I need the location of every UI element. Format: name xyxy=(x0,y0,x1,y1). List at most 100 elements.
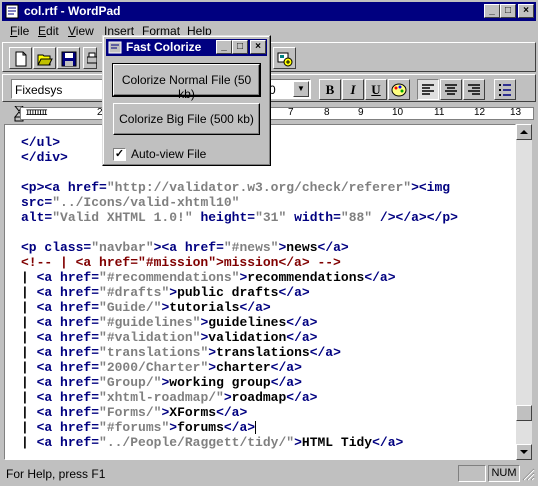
menu-edit[interactable]: Edit xyxy=(38,24,59,38)
italic-button[interactable]: I xyxy=(342,79,364,100)
code-token: <a xyxy=(36,420,61,435)
bold-button[interactable]: B xyxy=(319,79,341,100)
chevron-down-icon[interactable]: ▼ xyxy=(293,81,309,97)
document-editor[interactable]: </ul> </div> <p><a href="http://validator.… xyxy=(4,124,516,460)
colorize-normal-button[interactable]: Colorize Normal File (50 kb) xyxy=(112,63,261,101)
code-token: </a> xyxy=(309,345,341,360)
code-token: "Forms/" xyxy=(99,405,162,420)
code-token: > xyxy=(294,435,302,450)
code-token: > xyxy=(208,345,217,360)
code-token: roadmap xyxy=(231,390,287,405)
code-token: <a xyxy=(36,375,61,390)
insert-object-button[interactable] xyxy=(273,47,296,69)
dialog-close-button[interactable]: × xyxy=(250,40,266,54)
code-token: href= xyxy=(60,330,100,345)
code-line: | <a href="#guidelines">guidelines</a> xyxy=(21,315,318,330)
menu-view[interactable]: View xyxy=(68,24,94,38)
scroll-up-button[interactable] xyxy=(516,124,532,140)
close-icon: × xyxy=(523,5,529,16)
code-token: | xyxy=(21,405,37,420)
code-line: </div> xyxy=(21,150,68,165)
code-line: | <a href="../People/Raggett/tidy/">HTML… xyxy=(21,435,403,450)
code-token: | xyxy=(21,360,37,375)
num-lock-indicator: NUM xyxy=(488,465,520,482)
code-token: </a> xyxy=(317,240,349,255)
code-token: | xyxy=(21,270,37,285)
code-token: <!-- | <a href="#mission">mission</a> --… xyxy=(21,255,341,270)
align-right-button[interactable] xyxy=(463,79,485,100)
auto-view-checkbox[interactable]: ✓ xyxy=(113,148,126,161)
chevron-up-icon xyxy=(520,130,528,134)
save-button[interactable] xyxy=(57,47,80,69)
new-icon xyxy=(15,51,27,67)
colorize-big-button[interactable]: Colorize Big File (500 kb) xyxy=(113,103,260,135)
minimize-button[interactable]: _ xyxy=(484,4,500,18)
bullets-button[interactable] xyxy=(494,79,516,100)
print-icon xyxy=(87,52,97,64)
code-token: > xyxy=(223,390,232,405)
align-right-icon xyxy=(468,84,480,95)
code-token: href= xyxy=(60,375,100,390)
code-token: href= xyxy=(60,345,100,360)
code-token: href= xyxy=(67,180,107,195)
code-token: guidelines xyxy=(208,315,287,330)
ruler-marks: ɪɪɪɪɪɪɪɪ xyxy=(26,107,48,118)
code-token: "#drafts" xyxy=(99,285,170,300)
dialog-title: Fast Colorize xyxy=(126,40,202,54)
code-token: href= xyxy=(60,390,100,405)
underline-button[interactable]: U xyxy=(365,79,387,100)
wordpad-app-icon[interactable] xyxy=(5,4,20,19)
code-token: <a xyxy=(36,300,61,315)
print-button[interactable] xyxy=(83,47,97,69)
code-token: </a> xyxy=(216,405,248,420)
code-line: | <a href="#forums">forums</a> xyxy=(21,420,257,435)
code-token: href= xyxy=(60,315,100,330)
close-button[interactable]: × xyxy=(518,4,534,18)
bullets-icon xyxy=(499,84,511,96)
status-help-text: For Help, press F1 xyxy=(6,467,106,481)
maximize-button[interactable]: □ xyxy=(500,4,516,18)
code-token: </a> xyxy=(286,390,318,405)
code-token: <a xyxy=(36,285,61,300)
code-token: alt= xyxy=(21,210,53,225)
code-token: > xyxy=(169,420,178,435)
new-button[interactable] xyxy=(9,47,32,69)
fast-colorize-dialog: Fast Colorize _ □ × Colorize Normal File… xyxy=(102,35,271,166)
code-token: </a> xyxy=(223,420,256,435)
code-token: | xyxy=(21,300,37,315)
dialog-minimize-button[interactable]: _ xyxy=(216,40,232,54)
code-token: ><a xyxy=(153,240,185,255)
menu-file[interactable]: File xyxy=(10,24,29,38)
open-button[interactable] xyxy=(33,47,56,69)
text-caret xyxy=(255,421,257,435)
dialog-title-bar[interactable]: Fast Colorize _ □ × xyxy=(106,39,267,56)
vertical-scrollbar[interactable] xyxy=(516,124,532,460)
ruler-number: 12 xyxy=(474,107,486,118)
scroll-down-button[interactable] xyxy=(516,444,532,460)
align-center-button[interactable] xyxy=(440,79,462,100)
code-token: working group xyxy=(169,375,271,390)
align-left-button[interactable] xyxy=(417,79,439,100)
code-token: "#validation" xyxy=(99,330,201,345)
code-line: <!-- | <a href="#mission">mission</a> --… xyxy=(21,255,341,270)
ruler-number: 9 xyxy=(358,107,364,118)
scroll-thumb[interactable] xyxy=(516,405,532,421)
code-token: XForms xyxy=(169,405,217,420)
font-size-select[interactable]: 0 ▼ xyxy=(265,79,311,99)
dialog-maximize-button[interactable]: □ xyxy=(232,40,248,54)
code-token: </ul> xyxy=(21,135,61,150)
code-token: <a xyxy=(36,315,61,330)
resize-grip-icon[interactable] xyxy=(522,468,535,481)
code-token: "../People/Raggett/tidy/" xyxy=(99,435,295,450)
color-button[interactable] xyxy=(388,79,410,100)
code-token: width= xyxy=(286,210,341,225)
title-bar[interactable]: col.rtf - WordPad _ □ × xyxy=(2,2,536,21)
code-token: /></a></p> xyxy=(372,210,458,225)
code-token: </a> xyxy=(270,360,302,375)
code-token: </a> xyxy=(364,270,396,285)
ruler-number: 8 xyxy=(324,107,330,118)
code-line: | <a href="#drafts">public drafts</a> xyxy=(21,285,310,300)
colorize-app-icon xyxy=(108,41,122,54)
code-token: "31" xyxy=(255,210,287,225)
code-line: </ul> xyxy=(21,135,60,150)
